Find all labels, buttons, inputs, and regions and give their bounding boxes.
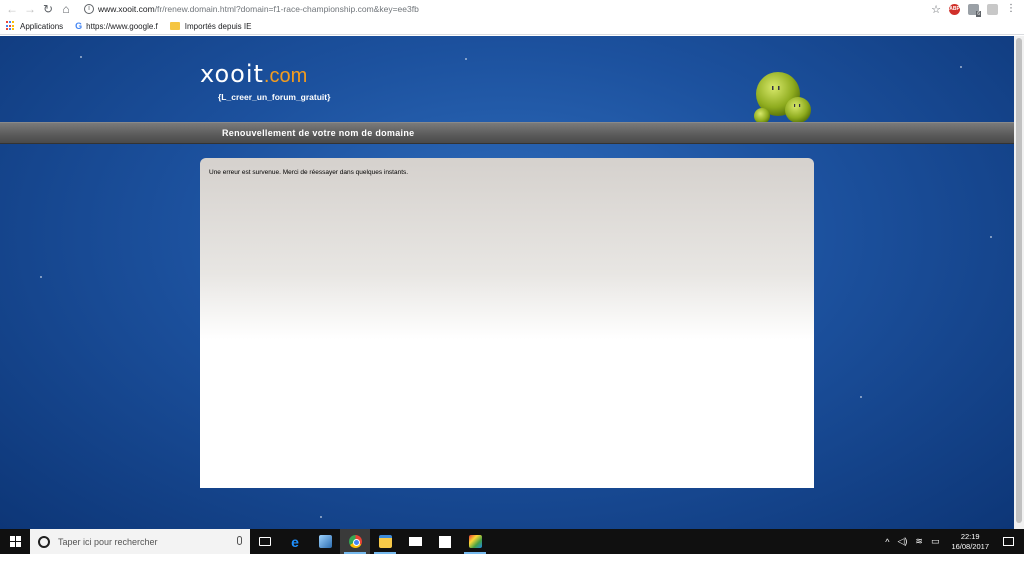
- chevron-up-icon[interactable]: ^: [885, 537, 889, 547]
- mail-icon: [408, 537, 422, 546]
- clock-date: 16/08/2017: [951, 541, 989, 551]
- xooit-logo[interactable]: xooit.com: [200, 60, 307, 88]
- store-button[interactable]: [430, 529, 460, 554]
- page-scrollbar[interactable]: [1014, 36, 1024, 529]
- bottom-strip: [0, 554, 1024, 576]
- microphone-icon[interactable]: [237, 536, 242, 545]
- windows-logo-icon: [9, 536, 21, 547]
- store-icon: [439, 535, 451, 548]
- logo-suffix: .com: [263, 65, 308, 87]
- sparkle: [960, 66, 962, 68]
- sparkle: [40, 276, 42, 278]
- apps-grid-icon: [6, 21, 16, 31]
- bookmark-imported-ie[interactable]: Importés depuis IE: [169, 21, 252, 31]
- browser-menu-icon[interactable]: ⋮: [1006, 4, 1016, 14]
- page-title-bar: Renouvellement de votre nom de domaine: [0, 122, 1014, 144]
- web-page: xooit.com {L_creer_un_forum_gratuit} Ren…: [0, 36, 1014, 529]
- home-icon[interactable]: ⌂: [58, 1, 74, 17]
- file-explorer-icon: [378, 535, 392, 548]
- search-placeholder: Taper ici pour rechercher: [58, 536, 158, 547]
- bookmark-label: Applications: [20, 21, 64, 31]
- bookmark-label: Importés depuis IE: [184, 21, 252, 31]
- bookmark-applications[interactable]: Applications: [6, 21, 63, 31]
- extension-2-icon[interactable]: [987, 3, 998, 15]
- volume-icon[interactable]: ◁): [897, 536, 907, 547]
- mail-button[interactable]: [400, 529, 430, 554]
- cortana-icon: [38, 535, 50, 548]
- logo-tagline: {L_creer_un_forum_gratuit}: [218, 92, 331, 102]
- url-path: /fr/renew.domain.html?domain=f1-race-cha…: [154, 3, 419, 14]
- windows-taskbar: Taper ici pour rechercher e ^ ◁) ≋ ▭ 22:…: [0, 529, 1024, 554]
- sparkle: [320, 516, 322, 518]
- bookmark-google[interactable]: G https://www.google.f: [75, 21, 158, 31]
- reload-icon[interactable]: ↻: [40, 1, 56, 17]
- task-view-icon: [259, 537, 271, 546]
- sparkle: [860, 396, 862, 398]
- chrome-button[interactable]: [340, 529, 370, 554]
- taskbar-clock[interactable]: 22:19 16/08/2017: [951, 532, 989, 552]
- address-bar[interactable]: i www.xooit.com/fr/renew.domain.html?dom…: [78, 1, 944, 16]
- app-icon: [318, 535, 332, 548]
- edge-button[interactable]: e: [280, 529, 310, 554]
- info-icon[interactable]: i: [84, 3, 94, 14]
- content-panel: Une erreur est survenue. Merci de réessa…: [200, 158, 814, 488]
- action-center-icon[interactable]: [1003, 537, 1014, 546]
- clock-time: 22:19: [960, 531, 980, 541]
- app-button[interactable]: [310, 529, 340, 554]
- bookmarks-bar: Applications G https://www.google.f Impo…: [0, 18, 1024, 35]
- file-explorer-button[interactable]: [370, 529, 400, 554]
- url-host: www.xooit.com: [98, 3, 155, 14]
- paint-app-icon: [468, 535, 482, 548]
- sparkle: [465, 58, 467, 60]
- extension-badge: 6: [976, 10, 981, 17]
- page-title: Renouvellement de votre nom de domaine: [222, 128, 415, 138]
- google-icon: G: [75, 21, 83, 31]
- back-arrow-icon[interactable]: ←: [4, 1, 20, 17]
- browser-toolbar: ← → ↻ ⌂ i www.xooit.com/fr/renew.domain.…: [0, 0, 1024, 18]
- start-button[interactable]: [0, 529, 30, 554]
- bookmark-star-icon[interactable]: ☆: [931, 3, 941, 16]
- bookmark-label: https://www.google.f: [86, 21, 158, 31]
- sparkle: [990, 236, 992, 238]
- sparkle: [80, 56, 82, 58]
- chrome-icon: [348, 535, 362, 548]
- forward-arrow-icon[interactable]: →: [22, 1, 38, 17]
- error-message: Une erreur est survenue. Merci de réessa…: [209, 169, 409, 176]
- logo-text: xooit: [200, 60, 264, 88]
- adblock-plus-icon[interactable]: ABP: [949, 3, 960, 15]
- scrollbar-thumb[interactable]: [1016, 38, 1022, 523]
- system-tray: ^ ◁) ≋ ▭ 22:19 16/08/2017: [881, 529, 1024, 554]
- task-view-button[interactable]: [250, 529, 280, 554]
- wifi-icon[interactable]: ≋: [915, 536, 923, 547]
- edge-icon: e: [291, 533, 299, 550]
- battery-icon[interactable]: ▭: [931, 536, 940, 547]
- mascot-blob-icon: [754, 72, 811, 124]
- extension-icon[interactable]: 6: [968, 3, 981, 17]
- taskbar-search-box[interactable]: Taper ici pour rechercher: [30, 529, 250, 554]
- folder-icon: [169, 22, 180, 30]
- paint-app-button[interactable]: [460, 529, 490, 554]
